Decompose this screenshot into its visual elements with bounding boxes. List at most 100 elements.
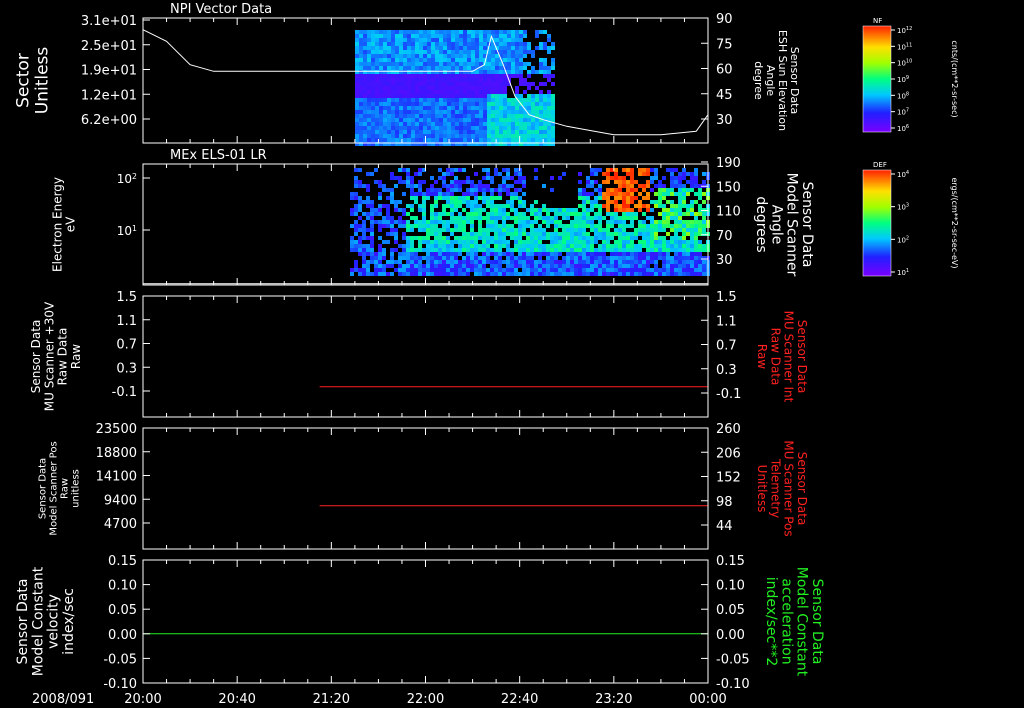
spectrogram-cell xyxy=(598,264,602,268)
spectrogram-cell xyxy=(454,256,458,260)
spectrogram-cell xyxy=(486,252,490,256)
spectrogram-cell xyxy=(443,74,447,78)
spectrogram-cell xyxy=(598,196,602,200)
spectrogram-cell xyxy=(355,122,359,126)
spectrogram-cell xyxy=(454,264,458,268)
spectrogram-cell xyxy=(602,228,606,232)
spectrogram-cell xyxy=(395,74,399,78)
spectrogram-cell xyxy=(378,272,382,276)
spectrogram-cell xyxy=(542,248,546,252)
spectrogram-cell xyxy=(442,208,446,212)
spectrogram-cell xyxy=(407,134,411,138)
spectrogram-cell xyxy=(542,208,546,212)
spectrogram-cell xyxy=(407,86,411,90)
spectrogram-cell xyxy=(670,192,674,196)
spectrogram-cell xyxy=(614,228,618,232)
spectrogram-cell xyxy=(410,188,414,192)
spectrogram-cell xyxy=(355,46,359,50)
spectrogram-cell xyxy=(411,118,415,122)
spectrogram-cell xyxy=(435,106,439,110)
spectrogram-cell xyxy=(459,50,463,54)
spectrogram-cell xyxy=(674,264,678,268)
spectrogram-cell xyxy=(479,90,483,94)
spectrogram-cell xyxy=(407,46,411,50)
spectrogram-cell xyxy=(367,94,371,98)
y-tick-label: 0.00 xyxy=(108,628,137,643)
spectrogram-cell xyxy=(702,228,706,232)
spectrogram-cell xyxy=(542,232,546,236)
spectrogram-cell xyxy=(543,130,547,134)
spectrogram-cell xyxy=(594,216,598,220)
spectrogram-cell xyxy=(618,252,622,256)
spectrogram-cell xyxy=(666,248,670,252)
spectrogram-cell xyxy=(690,240,694,244)
spectrogram-cell xyxy=(682,192,686,196)
spectrogram-cell xyxy=(507,130,511,134)
spectrogram-cell xyxy=(398,264,402,268)
spectrogram-cell xyxy=(390,260,394,264)
spectrogram-cell xyxy=(407,106,411,110)
spectrogram-cell xyxy=(618,176,622,180)
spectrogram-cell xyxy=(450,200,454,204)
spectrogram-cell xyxy=(594,264,598,268)
spectrogram-cell xyxy=(366,236,370,240)
spectrogram-cell xyxy=(439,122,443,126)
spectrogram-cell xyxy=(527,98,531,102)
spectrogram-cell xyxy=(495,70,499,74)
spectrogram-cell xyxy=(366,244,370,248)
spectrogram-cell xyxy=(358,184,362,188)
spectrogram-cell xyxy=(479,134,483,138)
spectrogram-cell xyxy=(447,66,451,70)
spectrogram-cell xyxy=(614,268,618,272)
spectrogram-cell xyxy=(490,204,494,208)
spectrogram-cell xyxy=(363,118,367,122)
spectrogram-cell xyxy=(498,248,502,252)
spectrogram-cell xyxy=(546,252,550,256)
spectrogram-cell xyxy=(387,130,391,134)
spectrogram-cell xyxy=(622,272,626,276)
spectrogram-cell xyxy=(674,192,678,196)
spectrogram-cell xyxy=(387,106,391,110)
spectrogram-cell xyxy=(387,134,391,138)
spectrogram-cell xyxy=(419,94,423,98)
spectrogram-cell xyxy=(479,82,483,86)
spectrogram-cell xyxy=(506,244,510,248)
spectrogram-cell xyxy=(367,58,371,62)
spectrogram-cell xyxy=(459,118,463,122)
spectrogram-cell xyxy=(523,42,527,46)
spectrogram-cell xyxy=(502,184,506,188)
spectrogram-cell xyxy=(530,260,534,264)
y-tick-label: 3.1e+01 xyxy=(81,14,137,29)
spectrogram-cell xyxy=(638,224,642,228)
spectrogram-cell xyxy=(598,224,602,228)
spectrogram-cell xyxy=(546,264,550,268)
spectrogram-cell xyxy=(515,86,519,90)
spectrogram-cell xyxy=(570,236,574,240)
spectrogram-cell xyxy=(439,130,443,134)
spectrogram-cell xyxy=(442,220,446,224)
spectrogram-cell xyxy=(674,268,678,272)
spectrogram-cell xyxy=(355,82,359,86)
spectrogram-cell xyxy=(355,118,359,122)
spectrogram-cell xyxy=(507,122,511,126)
spectrogram-cell xyxy=(658,188,662,192)
spectrogram-cell xyxy=(399,122,403,126)
spectrogram-cell xyxy=(682,204,686,208)
spectrogram-cell xyxy=(554,272,558,276)
spectrogram-cell xyxy=(506,192,510,196)
spectrogram-cell xyxy=(398,268,402,272)
spectrogram-cell xyxy=(499,114,503,118)
spectrogram-cell xyxy=(530,204,534,208)
spectrogram-cell xyxy=(539,58,543,62)
spectrogram-cell xyxy=(407,70,411,74)
spectrogram-cell xyxy=(435,126,439,130)
spectrogram-cell xyxy=(674,244,678,248)
spectrogram-cell xyxy=(466,248,470,252)
spectrogram-cell xyxy=(570,208,574,212)
spectrogram-cell xyxy=(410,236,414,240)
spectrogram-cell xyxy=(658,220,662,224)
spectrogram-cell xyxy=(491,114,495,118)
spectrogram-cell xyxy=(614,248,618,252)
spectrogram-cell xyxy=(547,90,551,94)
spectrogram-cell xyxy=(487,74,491,78)
